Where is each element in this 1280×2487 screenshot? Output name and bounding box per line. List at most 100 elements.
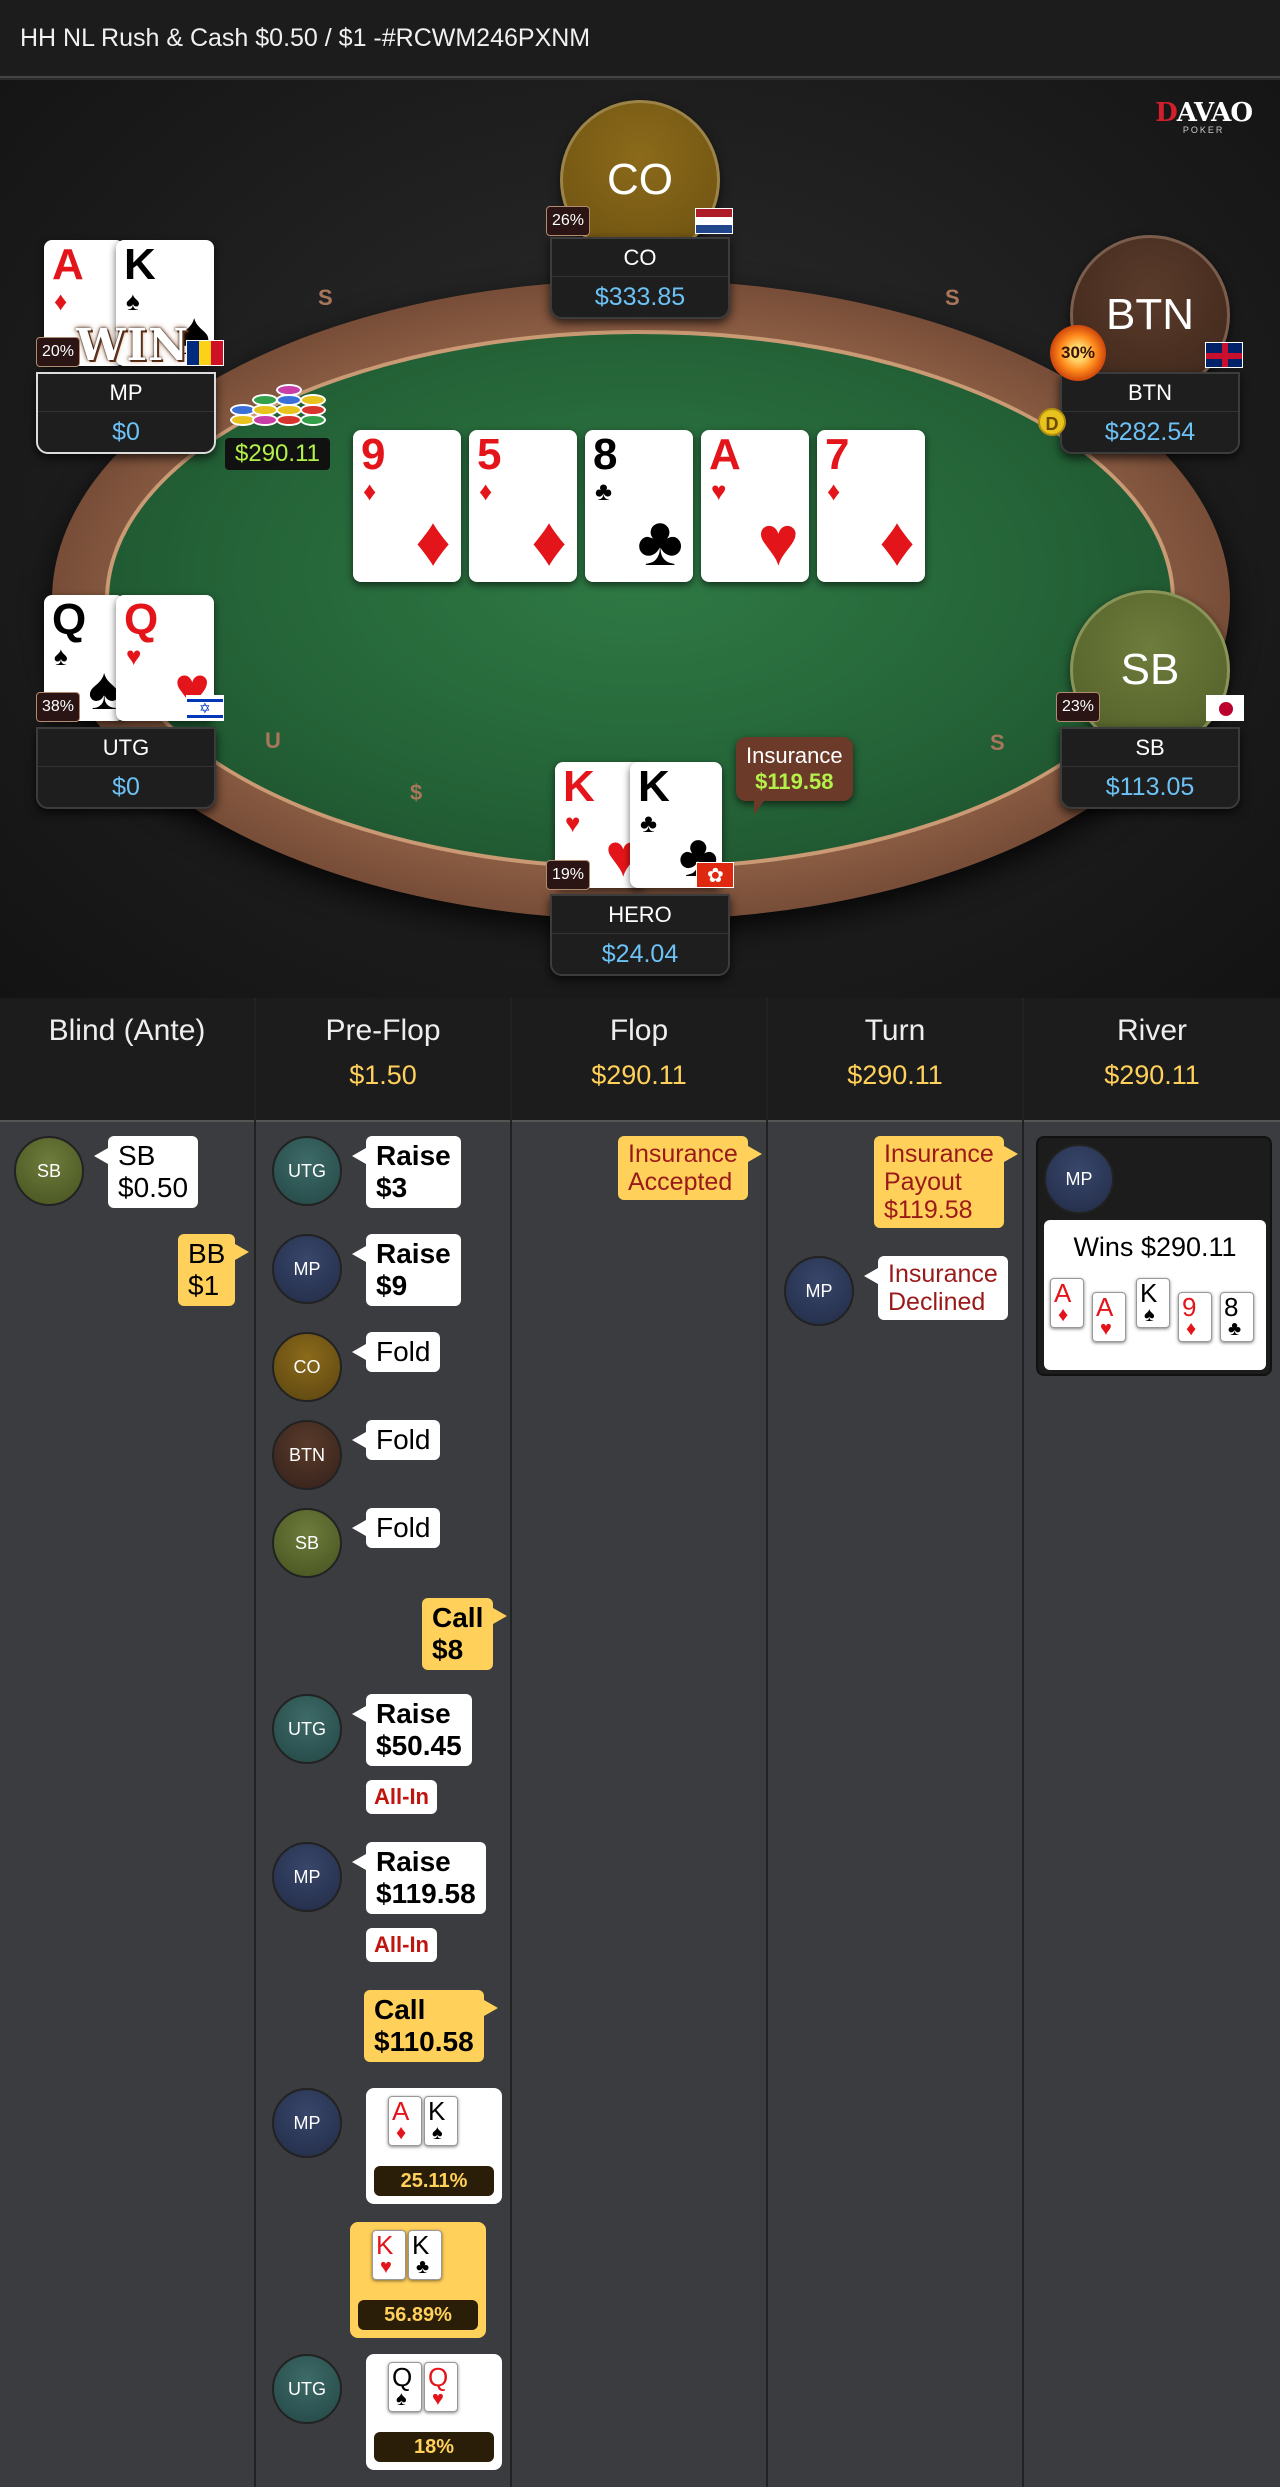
utg-nameplate[interactable]: UTG $0 xyxy=(36,727,216,809)
board-card: 7 ♦ ♦ xyxy=(817,430,925,582)
card-suit: ♦ xyxy=(827,476,841,506)
card-suit: ♦ xyxy=(1058,1304,1069,1326)
board-card: 8 ♣ ♣ xyxy=(585,430,693,582)
action-amount: $119.58 xyxy=(376,1878,476,1909)
avatar-label: UTG xyxy=(288,1160,326,1181)
card-rank: A xyxy=(52,240,84,289)
co-avatar[interactable]: CO xyxy=(560,100,720,260)
mp-raise-bubble: Raise $9 xyxy=(352,1234,461,1306)
utg-action-avatar[interactable]: UTG xyxy=(272,2354,342,2424)
co-percentage: 26% xyxy=(546,206,590,236)
insurance-accepted-bubble: Insurance Accepted xyxy=(618,1136,762,1200)
action-amount: $8 xyxy=(432,1634,464,1665)
btn-nameplate[interactable]: BTN $282.54 xyxy=(1060,372,1240,454)
sb-action-avatar[interactable]: SB xyxy=(272,1508,342,1578)
card-rank: K xyxy=(376,2230,394,2260)
street-name: Flop xyxy=(609,1014,669,1047)
street-name: River xyxy=(1116,1014,1187,1047)
card-suit: ♥ xyxy=(126,641,142,671)
sb-percentage: 23% xyxy=(1056,692,1100,722)
card-rank: Q xyxy=(428,2362,449,2392)
action-label: Raise xyxy=(376,1238,451,1269)
action-label: Call xyxy=(432,1602,484,1633)
title-bar: HH NL Rush & Cash $0.50 / $1 -#RCWM246PX… xyxy=(0,0,1280,78)
mp-action-avatar[interactable]: MP xyxy=(272,2088,342,2158)
rail-mark: $ xyxy=(410,780,423,805)
card-suit-large: ♦ xyxy=(415,502,451,580)
card-rank: Q xyxy=(124,595,159,644)
card-rank: A xyxy=(392,2096,410,2126)
street-pot: $1.50 xyxy=(349,1060,417,1090)
utg-action-avatar[interactable]: UTG xyxy=(272,1694,342,1764)
avatar-label: SB xyxy=(36,1160,61,1181)
street-header: Flop $290.11 xyxy=(512,998,766,1122)
avatar-label: SB xyxy=(294,1532,319,1553)
card-rank: K xyxy=(563,762,595,811)
avatar-label: BTN xyxy=(289,1444,325,1465)
card-rank: Q xyxy=(52,595,87,644)
card-rank: K xyxy=(412,2230,430,2260)
avatar-label: MP xyxy=(293,1866,321,1887)
mp-action-avatar[interactable]: MP xyxy=(784,1256,854,1326)
btn-stack: $282.54 xyxy=(1104,418,1196,446)
sb-nameplate[interactable]: SB $113.05 xyxy=(1060,727,1240,809)
hand-title: HH NL Rush & Cash $0.50 / $1 -#RCWM246PX… xyxy=(20,24,591,52)
utg-percentage: 38% xyxy=(36,692,80,722)
mini-card: A ♦ xyxy=(1050,1278,1084,1328)
insurance-value: $119.58 xyxy=(755,769,834,794)
action-amount: $9 xyxy=(376,1270,408,1301)
card-suit: ♥ xyxy=(1100,1318,1112,1340)
utg-showdown-box: Q ♠ Q ♥ 18% xyxy=(366,2354,502,2470)
insurance-badge: Insurance $119.58 xyxy=(736,737,853,815)
rail-mark: S xyxy=(318,285,333,310)
btn-avatar-label: BTN xyxy=(1106,290,1194,339)
card-rank: Q xyxy=(392,2362,413,2392)
co-action-avatar[interactable]: CO xyxy=(272,1332,342,1402)
card-suit: ♦ xyxy=(1186,1318,1197,1340)
hero-nameplate[interactable]: HERO $24.04 xyxy=(550,894,730,976)
action-amount: $3 xyxy=(376,1172,408,1203)
card-suit: ♥ xyxy=(380,2256,392,2278)
utg-name: UTG xyxy=(38,729,214,767)
sb-avatar[interactable]: SB xyxy=(1070,590,1230,750)
card-rank: K xyxy=(124,240,156,289)
equity-label: 56.89% xyxy=(358,2300,478,2330)
mp-action-avatar[interactable]: MP xyxy=(1044,1144,1114,1214)
action-amount: $1 xyxy=(188,1270,220,1301)
action-label: Call xyxy=(374,1994,426,2025)
card-rank: 9 xyxy=(361,430,386,479)
action-label: Raise xyxy=(376,1140,451,1171)
btn-action-avatar[interactable]: BTN xyxy=(272,1420,342,1490)
card-rank: 8 xyxy=(593,430,618,479)
equity-label: 25.11% xyxy=(374,2166,494,2196)
utg-action-avatar[interactable]: UTG xyxy=(272,1136,342,1206)
mp-action-avatar[interactable]: MP xyxy=(272,1842,342,1912)
card-suit: ♥ xyxy=(432,2388,444,2410)
fire-streak-icon: 30% xyxy=(1050,325,1106,381)
card-suit: ♦ xyxy=(479,476,493,506)
card-suit-large: ♥ xyxy=(757,502,799,580)
action-label: Fold xyxy=(376,1424,431,1455)
card-rank: A xyxy=(1096,1292,1114,1322)
card-rank: K xyxy=(428,2096,446,2126)
mini-card: Q ♥ xyxy=(424,2362,458,2412)
wins-label: Wins $290.11 xyxy=(1073,1232,1237,1262)
action-label: Fold xyxy=(376,1512,431,1543)
mp-nameplate[interactable]: MP $0 xyxy=(36,372,216,454)
card-rank: K xyxy=(1140,1278,1158,1308)
rail-mark: U xyxy=(265,728,281,753)
utg-stack: $0 xyxy=(112,773,140,801)
equity-label: 18% xyxy=(374,2432,494,2462)
sb-avatar-label: SB xyxy=(1120,645,1180,694)
hero-call-bubble: Call $110.58 xyxy=(364,1990,498,2062)
rail-mark: S xyxy=(990,730,1005,755)
avatar-label: MP xyxy=(805,1280,833,1301)
mp-action-avatar[interactable]: MP xyxy=(272,1234,342,1304)
co-nameplate[interactable]: CO $333.85 xyxy=(550,237,730,319)
action-amount: $50.45 xyxy=(376,1730,462,1761)
card-rank: 8 xyxy=(1224,1292,1239,1322)
street-header: River $290.11 xyxy=(1024,998,1280,1122)
street-header: Blind (Ante) xyxy=(0,998,254,1122)
sb-action-avatar[interactable]: SB xyxy=(14,1136,84,1206)
bubble-line: Payout xyxy=(884,1168,962,1196)
